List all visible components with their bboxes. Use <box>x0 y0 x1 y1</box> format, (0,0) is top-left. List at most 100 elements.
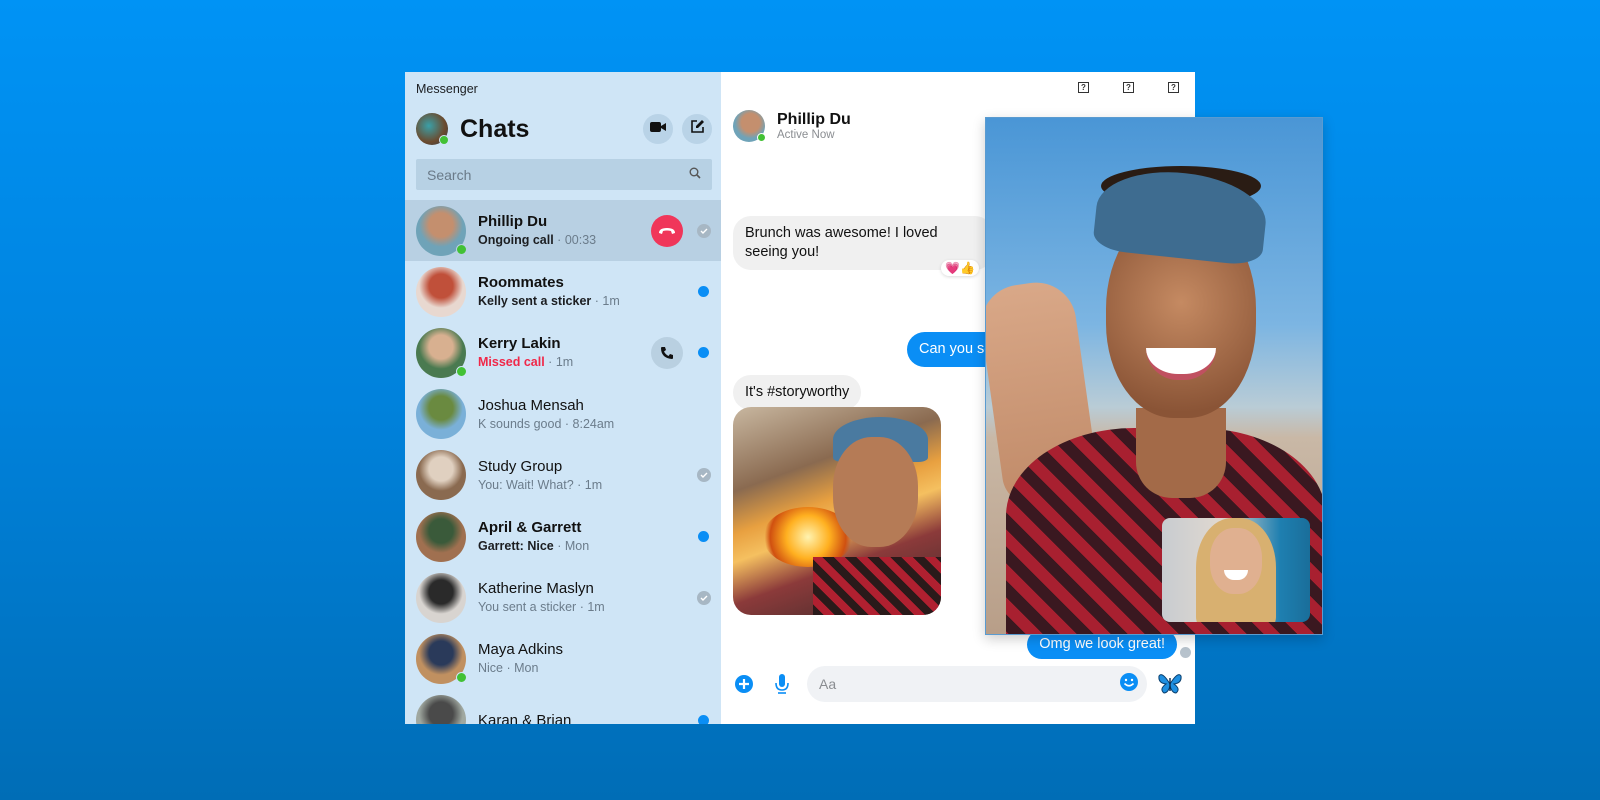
window-controls: ? ? ? <box>1078 82 1179 93</box>
conversation-meta: Maya Adkins Nice · Mon <box>478 640 721 677</box>
self-view-face <box>1210 528 1262 594</box>
end-call-button[interactable] <box>651 214 683 247</box>
photo-shirt <box>813 557 941 615</box>
composer <box>721 664 1195 704</box>
conversation-item[interactable]: Katherine Maslyn You sent a sticker · 1m <box>405 567 721 628</box>
preview-text: Missed call <box>478 355 545 370</box>
conversation-list: Phillip Du Ongoing call · 00:33 Roommates K… <box>405 200 721 724</box>
online-indicator <box>456 243 467 255</box>
message-bubble-incoming[interactable]: It's #storyworthy <box>733 375 862 410</box>
conversation-item[interactable]: Joshua Mensah K sounds good · 8:24am <box>405 384 721 445</box>
unread-indicator <box>698 714 709 724</box>
minimize-button[interactable]: ? <box>1078 82 1089 93</box>
conversation-time: Mon <box>514 661 539 676</box>
unread-indicator <box>698 531 709 543</box>
video-call-window[interactable] <box>985 117 1323 635</box>
online-indicator <box>456 365 467 377</box>
plus-circle-icon[interactable] <box>733 673 755 695</box>
conversation-meta: Phillip Du Ongoing call · 00:33 <box>478 212 721 249</box>
conversation-preview: Garrett: Nice · Mon <box>478 537 721 555</box>
separator: · <box>553 539 565 554</box>
photo-face <box>833 437 918 547</box>
sidebar: Messenger Chats Phillip DuOngoi <box>405 72 721 724</box>
conversation-time: 1m <box>555 355 574 370</box>
self-view-video[interactable] <box>1162 518 1310 622</box>
conversation-preview: Kelly sent a sticker · 1m <box>478 292 721 310</box>
conversation-meta: Roommates Kelly sent a sticker · 1m <box>478 273 721 310</box>
conversation-name: Study Group <box>478 457 563 475</box>
conversation-item[interactable]: Study Group You: Wait! What? · 1m <box>405 445 721 506</box>
preview-text: Kelly sent a sticker <box>478 294 592 309</box>
separator: · <box>573 477 585 492</box>
message-reactions[interactable]: 💗👍 <box>941 260 979 276</box>
avatar <box>416 389 466 440</box>
app-title: Messenger <box>416 82 478 96</box>
butterfly-icon[interactable] <box>1157 673 1183 695</box>
conversation-meta: April & Garrett Garrett: Nice · Mon <box>478 518 721 555</box>
contact-avatar[interactable] <box>733 110 766 142</box>
conversation-preview: Ongoing call · 00:33 <box>478 231 721 249</box>
preview-text: You: Wait! What? <box>478 477 574 492</box>
separator: · <box>576 600 588 615</box>
conversation-name: Joshua Mensah <box>478 396 584 414</box>
conversation-meta: Study Group You: Wait! What? · 1m <box>478 457 721 494</box>
new-video-call-button[interactable] <box>643 114 673 144</box>
online-indicator <box>757 133 766 142</box>
preview-text: Garrett: Nice <box>478 539 554 554</box>
conversation-preview: Missed call · 1m <box>478 353 721 371</box>
message-input-container <box>807 666 1147 702</box>
compose-icon <box>690 119 705 139</box>
avatar <box>416 572 466 623</box>
conversation-name: April & Garrett <box>478 519 582 537</box>
conversation-time: 1m <box>602 294 620 309</box>
contact-name[interactable]: Phillip Du <box>777 111 851 129</box>
hang-up-icon <box>659 227 675 234</box>
conversation-item[interactable]: Kerry Lakin Missed call · 1m <box>405 322 721 383</box>
conversation-preview: K sounds good · 8:24am <box>478 415 721 433</box>
conversation-preview: Nice · Mon <box>478 659 721 677</box>
conversation-name: Roommates <box>478 274 564 292</box>
avatar <box>416 511 466 562</box>
compose-button[interactable] <box>682 114 712 144</box>
conversation-item[interactable]: Karan & Brian <box>405 690 721 724</box>
conversation-item[interactable]: Roommates Kelly sent a sticker · 1m <box>405 261 721 322</box>
phone-icon <box>661 346 673 359</box>
conversation-name: Phillip Du <box>478 213 548 231</box>
avatar <box>416 633 467 684</box>
message-input[interactable] <box>819 676 1119 692</box>
avatar <box>416 266 466 317</box>
conversation-time: 1m <box>584 477 603 492</box>
separator: · <box>544 355 556 370</box>
search-icon[interactable] <box>689 166 701 184</box>
microphone-icon[interactable] <box>771 673 793 695</box>
conversation-time: 00:33 <box>564 233 597 248</box>
separator: · <box>503 661 515 676</box>
smiley-icon[interactable] <box>1119 672 1139 697</box>
separator: · <box>553 233 565 248</box>
conversation-time: Mon <box>564 539 590 554</box>
photo-message[interactable] <box>733 407 941 615</box>
conversation-time: 1m <box>587 600 605 615</box>
conversation-name: Kerry Lakin <box>478 335 561 353</box>
call-back-button[interactable] <box>651 336 683 369</box>
online-indicator <box>439 135 449 145</box>
preview-text: Ongoing call <box>478 233 554 248</box>
maximize-button[interactable]: ? <box>1123 82 1134 93</box>
conversation-item[interactable]: Maya Adkins Nice · Mon <box>405 628 721 689</box>
my-avatar[interactable] <box>416 113 449 145</box>
conversation-meta: Karan & Brian <box>478 711 721 724</box>
conversation-time: 8:24am <box>572 416 615 431</box>
chat-header: Phillip Du Active Now <box>733 110 851 142</box>
search-input[interactable] <box>427 166 689 183</box>
close-button[interactable]: ? <box>1168 82 1179 93</box>
separator: · <box>591 294 603 309</box>
video-camera-icon <box>650 120 666 138</box>
online-indicator <box>456 671 467 683</box>
conversation-meta: Kerry Lakin Missed call · 1m <box>478 334 721 371</box>
avatar <box>416 327 467 378</box>
conversation-item[interactable]: April & Garrett Garrett: Nice · Mon <box>405 506 721 567</box>
conversation-item[interactable]: Phillip Du Ongoing call · 00:33 <box>405 200 721 262</box>
preview-text: K sounds good <box>478 416 562 431</box>
avatar <box>416 695 466 724</box>
contact-status: Active Now <box>777 129 835 141</box>
